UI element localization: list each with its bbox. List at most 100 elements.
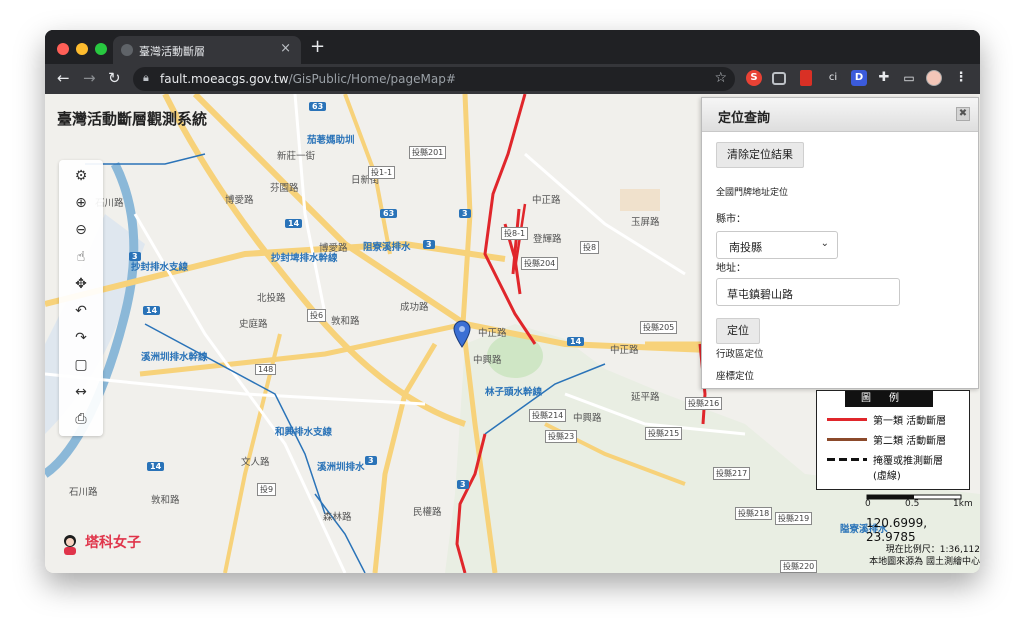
road-shield: 投8 (580, 241, 600, 254)
highway-shield: 14 (285, 219, 303, 228)
pocket-icon[interactable] (772, 72, 786, 85)
profile-avatar[interactable] (926, 70, 942, 86)
tab-close-icon[interactable]: × (280, 41, 291, 56)
map-label: 登輝路 (533, 234, 562, 245)
full-extent-icon[interactable]: ▢ (71, 355, 91, 375)
map-label: 民權路 (413, 507, 442, 518)
map-label: 新莊一街 (277, 151, 316, 162)
map-label: 森林路 (323, 512, 352, 523)
browser-toolbar: ← → ↻ 🔒︎ fault.moeacgs.gov.tw/GisPublic/… (45, 64, 980, 94)
browser-menu-icon[interactable]: ⋮ (953, 70, 969, 86)
road-shield: 投縣214 (529, 409, 567, 422)
watermark-avatar-icon (64, 535, 76, 555)
coord-locate-link[interactable]: 座標定位 (716, 368, 754, 382)
lock-icon: 🔒︎ (143, 71, 149, 84)
scale-tick: 0 (865, 499, 871, 509)
map-label: 博愛路 (319, 243, 348, 254)
road-shield: 投1-1 (368, 166, 396, 179)
settings-gears-icon[interactable]: ⚙ (71, 166, 91, 186)
map-label: 博愛路 (225, 195, 254, 206)
map-label: 延平路 (631, 392, 660, 403)
address-section-label: 全國門牌地址定位 (716, 188, 789, 198)
road-shield: 投縣217 (713, 467, 751, 480)
undo-icon[interactable]: ↶ (71, 301, 91, 321)
address-label: 地址： (716, 263, 746, 274)
extension-s-icon[interactable]: S (746, 70, 762, 86)
location-pin-icon[interactable] (453, 320, 471, 348)
highway-shield: 14 (147, 462, 165, 471)
map-label: 林子頭水幹線 (485, 387, 543, 398)
admin-locate-link[interactable]: 行政區定位 (716, 346, 764, 360)
panel-header: 定位查詢 ✖ (702, 98, 978, 132)
redo-icon[interactable]: ↷ (71, 328, 91, 348)
road-shield: 投縣204 (521, 257, 559, 270)
zoom-out-icon[interactable]: ⊖ (71, 220, 91, 240)
back-arrow-icon[interactable]: ← (57, 69, 70, 87)
road-shield: 投縣218 (735, 507, 773, 520)
extensions-puzzle-icon[interactable]: ✚ (876, 70, 892, 86)
road-shield: 投縣215 (645, 427, 683, 440)
highway-shield: 3 (423, 240, 435, 249)
highway-shield: 14 (567, 337, 585, 346)
county-select[interactable]: 南投縣 ⌄ (716, 231, 838, 259)
map-label: 阻寮溪排水 (363, 242, 411, 253)
highway-shield: 3 (129, 252, 141, 261)
window-close-button[interactable] (57, 43, 69, 55)
map-label: 北投路 (257, 293, 286, 304)
panel-title: 定位查詢 (718, 111, 771, 126)
new-tab-icon[interactable]: + (310, 36, 325, 57)
map-label: 溪洲圳排水 (317, 462, 365, 473)
cast-icon[interactable]: ▭ (901, 70, 917, 86)
globe-icon (121, 44, 133, 56)
highway-shield: 63 (380, 209, 398, 218)
chevron-down-icon: ⌄ (820, 238, 829, 249)
map-label: 玉屏路 (631, 217, 660, 228)
reload-icon[interactable]: ↻ (108, 69, 121, 87)
tab-title: 臺灣活動斷層 (139, 45, 205, 58)
map-source-text: 本地圖來源為 國土測繪中心 (869, 557, 980, 567)
measure-icon[interactable]: ↔ (71, 382, 91, 402)
highway-shield: 3 (365, 456, 377, 465)
extension-d-icon[interactable]: D (851, 70, 867, 86)
map-label: 成功路 (400, 302, 429, 313)
forward-arrow-icon[interactable]: → (83, 69, 96, 87)
address-input[interactable]: 草屯鎮碧山路 (716, 278, 900, 306)
bookmark-star-icon[interactable]: ☆ (714, 70, 727, 86)
map-viewport[interactable]: 臺灣活動斷層觀測系統 新莊一街 石川路 博愛路 芬園路 日新街 投1-1 投縣2… (45, 94, 980, 573)
map-label: 芬園路 (270, 183, 299, 194)
tab-bar: 臺灣活動斷層 × + (45, 30, 980, 64)
map-label: 敦和路 (331, 316, 360, 327)
map-label: 中正路 (478, 328, 507, 339)
locate-query-panel: 定位查詢 ✖ 清除定位結果 全國門牌地址定位 縣市： 南投縣 ⌄ 地址： 草屯鎮… (701, 97, 979, 389)
panel-close-icon[interactable]: ✖ (956, 107, 970, 121)
window-zoom-button[interactable] (95, 43, 107, 55)
zoom-in-icon[interactable]: ⊕ (71, 193, 91, 213)
url-host: fault.moeacgs.gov.tw (160, 72, 289, 86)
map-label: 史庭路 (239, 319, 268, 330)
window-minimize-button[interactable] (76, 43, 88, 55)
print-icon[interactable]: ⎙ (71, 409, 91, 429)
browser-tab[interactable]: 臺灣活動斷層 × (113, 36, 301, 64)
scale-tick: 1km (953, 499, 973, 509)
county-label: 縣市： (716, 214, 746, 225)
road-shield: 投縣205 (640, 321, 678, 334)
extension-red-icon[interactable] (800, 70, 812, 86)
clear-results-button[interactable]: 清除定位結果 (716, 142, 804, 168)
map-title: 臺灣活動斷層觀測系統 (57, 110, 208, 128)
map-label: 茄荖媽助圳 (307, 135, 355, 146)
map-label: 抄封排水支線 (131, 262, 189, 273)
road-shield: 投6 (307, 309, 327, 322)
road-shield: 148 (255, 364, 277, 375)
map-label: 石川路 (69, 487, 98, 498)
road-shield: 投9 (257, 483, 277, 496)
map-label: 溪洲圳排水幹線 (141, 352, 208, 363)
pan-hand-icon[interactable]: ☝ (71, 247, 91, 267)
address-bar[interactable]: 🔒︎ fault.moeacgs.gov.tw/GisPublic/Home/p… (133, 67, 735, 91)
move-arrows-icon[interactable]: ✥ (71, 274, 91, 294)
extension-ci-icon[interactable]: ci (825, 70, 841, 86)
highway-shield: 14 (143, 306, 161, 315)
locate-button[interactable]: 定位 (716, 318, 760, 344)
map-label: 中興路 (573, 413, 602, 424)
map-label: 中興路 (473, 355, 502, 366)
road-shield: 投8-1 (501, 227, 529, 240)
